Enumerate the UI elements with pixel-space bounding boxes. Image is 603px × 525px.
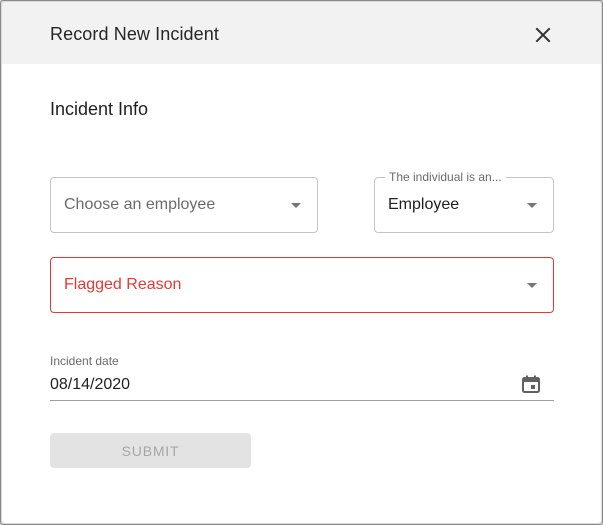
calendar-button[interactable] (520, 373, 542, 395)
record-incident-dialog: Record New Incident Incident Info Choose… (2, 2, 601, 523)
calendar-icon (522, 375, 540, 393)
section-title: Incident Info (50, 99, 149, 119)
individual-type-label: The individual is an... (385, 170, 506, 184)
dialog-header: Record New Incident (2, 2, 601, 64)
employee-select[interactable]: Choose an employee (50, 177, 318, 233)
close-button[interactable] (529, 21, 557, 49)
employee-select-placeholder: Choose an employee (64, 196, 216, 213)
individual-type-value: Employee (388, 196, 460, 213)
individual-type-select[interactable]: The individual is an... Employee (374, 170, 554, 233)
submit-button[interactable]: SUBMIT (50, 433, 251, 468)
flagged-reason-select[interactable]: Flagged Reason (50, 257, 554, 313)
dialog-title: Record New Incident (50, 24, 219, 44)
incident-date-field[interactable]: Incident date 08/14/2020 (50, 348, 554, 401)
chevron-down-icon (527, 283, 537, 288)
chevron-down-icon (291, 203, 301, 208)
incident-date-value[interactable]: 08/14/2020 (50, 376, 130, 394)
chevron-down-icon (527, 203, 537, 208)
incident-date-label: Incident date (50, 354, 119, 368)
flagged-reason-placeholder: Flagged Reason (64, 276, 182, 293)
close-icon (535, 27, 551, 43)
